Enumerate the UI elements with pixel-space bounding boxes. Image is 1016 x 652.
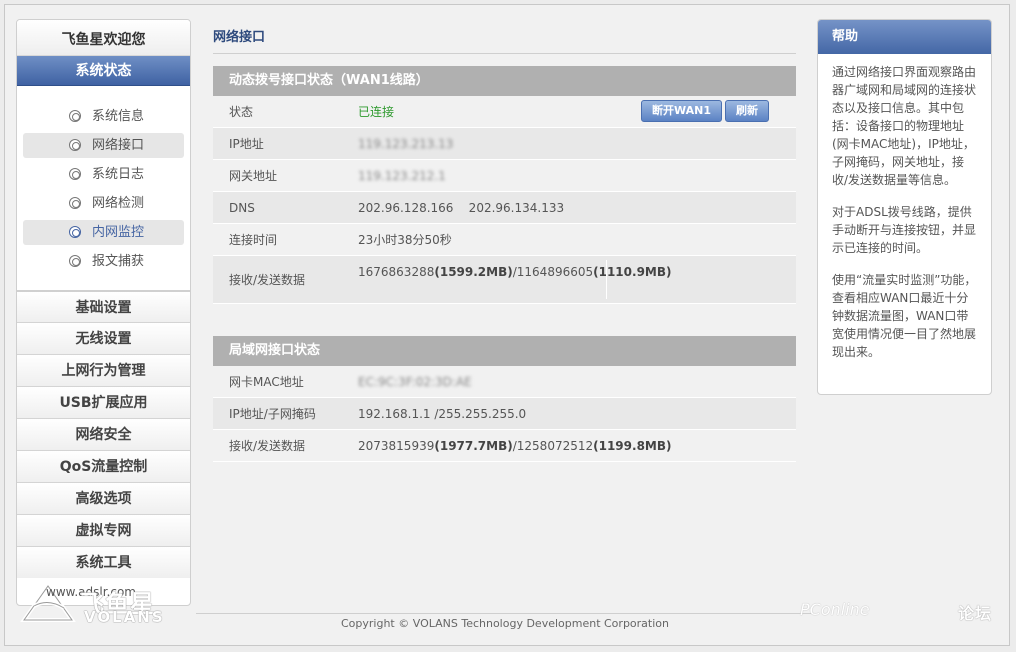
wan-uptime-key: 连接时间	[229, 233, 278, 247]
lan-ip-row: IP地址/子网掩码 192.168.1.1 /255.255.255.0	[213, 398, 796, 430]
lan-traffic-row: 接收/发送数据 2073815939(1977.7MB)/1258072512(…	[213, 430, 796, 462]
watermark-forum: 论坛	[958, 604, 993, 623]
wan-gateway-row: 网关地址 119.123.212.1	[213, 160, 796, 192]
sub-item-system-info[interactable]: 系统信息	[23, 104, 184, 129]
section-basic-settings[interactable]: 基础设置	[17, 290, 190, 322]
wan-dns-key: DNS	[229, 201, 255, 215]
sub-item-packet-capture[interactable]: 报文捕获	[23, 249, 184, 274]
sidebar-brand: 飞鱼星欢迎您	[17, 20, 190, 56]
refresh-button[interactable]: 刷新	[725, 100, 769, 122]
section-system-status[interactable]: 系统状态	[17, 56, 190, 86]
logo-subtext: VOLANS	[84, 608, 165, 626]
wan-status-value: 已连接	[358, 105, 395, 119]
wan-gateway-value: 119.123.212.1	[358, 169, 446, 183]
section-network-security[interactable]: 网络安全	[17, 418, 190, 450]
help-panel: 帮助 通过网络接口界面观察路由器广域网和局域网的连接状态以及接口信息。其中包括：…	[817, 19, 992, 395]
sub-item-system-log[interactable]: 系统日志	[23, 162, 184, 187]
sub-item-label: 报文捕获	[92, 254, 145, 269]
radio-icon	[69, 226, 81, 238]
help-paragraph: 对于ADSL拨号线路，提供手动断开与连接按钮，并显示已连接的时间。	[832, 205, 977, 255]
sub-item-network-interface[interactable]: 网络接口	[23, 133, 184, 158]
wan-tx-human: (1110.9MB)	[593, 265, 672, 279]
radio-icon	[69, 139, 81, 151]
lan-mac-key: 网卡MAC地址	[229, 375, 304, 389]
sub-menu: 系统信息 网络接口 系统日志 网络检测 内网监控 报文捕获	[17, 86, 190, 290]
wan-traffic-key: 接收/发送数据	[229, 273, 306, 287]
disconnect-wan1-button[interactable]: 断开WAN1	[641, 100, 723, 122]
section-qos[interactable]: QoS流量控制	[17, 450, 190, 482]
wan-panel: 动态拨号接口状态（WAN1线路） 状态 已连接 断开WAN1 刷新 IP地址 1…	[213, 66, 796, 304]
lan-rx-human: (1977.7MB)	[434, 439, 513, 453]
watermark: PConline	[800, 600, 870, 619]
sub-item-label: 网络检测	[92, 196, 145, 211]
sub-item-label: 网络接口	[92, 138, 145, 153]
radio-icon	[69, 255, 81, 267]
lan-ip-key: IP地址/子网掩码	[229, 407, 316, 421]
help-body: 通过网络接口界面观察路由器广域网和局域网的连接状态以及接口信息。其中包括：设备接…	[818, 54, 991, 361]
wan-dns-value: 202.96.128.166 202.96.134.133	[358, 201, 565, 215]
section-wireless-settings[interactable]: 无线设置	[17, 322, 190, 354]
sidebar: 飞鱼星欢迎您 系统状态 系统信息 网络接口 系统日志 网络检测 内网监控 报文捕…	[16, 19, 191, 606]
row-divider	[606, 260, 607, 299]
lan-tx-human: (1199.8MB)	[593, 439, 672, 453]
page-title: 网络接口	[213, 20, 796, 54]
sub-item-label: 内网监控	[92, 225, 145, 240]
wan-rx-bytes: 1676863288	[358, 265, 435, 279]
wan-ip-value: 119.123.213.13	[358, 137, 454, 151]
sub-item-label: 系统日志	[92, 167, 145, 182]
lan-panel-header: 局域网接口状态	[213, 336, 796, 366]
section-advanced[interactable]: 高级选项	[17, 482, 190, 514]
radio-icon	[69, 110, 81, 122]
main-content: 网络接口 动态拨号接口状态（WAN1线路） 状态 已连接 断开WAN1 刷新 I…	[213, 20, 796, 462]
wan-traffic-row: 接收/发送数据 1676863288(1599.2MB)/1164896605(…	[213, 256, 796, 304]
help-paragraph: 使用“流量实时监测”功能，查看相应WAN口最近十分钟数据流量图，WAN口带宽使用…	[832, 273, 977, 359]
wan-gateway-key: 网关地址	[229, 169, 278, 183]
lan-ip-value: 192.168.1.1 /255.255.255.0	[358, 407, 527, 421]
lan-panel: 局域网接口状态 网卡MAC地址 EC:9C:3F:02:3D:AE IP地址/子…	[213, 336, 796, 462]
wan-panel-header: 动态拨号接口状态（WAN1线路）	[213, 66, 796, 96]
lan-traffic-value: 2073815939(1977.7MB)/1258072512(1199.8MB…	[358, 430, 672, 462]
radio-icon	[69, 168, 81, 180]
help-paragraph: 通过网络接口界面观察路由器广域网和局域网的连接状态以及接口信息。其中包括：设备接…	[832, 65, 977, 187]
lan-tx-bytes: /1258072512	[512, 439, 594, 453]
wan-rx-human: (1599.2MB)	[434, 265, 513, 279]
radio-icon	[69, 197, 81, 209]
sub-item-lan-monitor[interactable]: 内网监控	[23, 220, 184, 245]
wan-uptime-row: 连接时间 23小时38分50秒	[213, 224, 796, 256]
help-title: 帮助	[818, 20, 991, 54]
wan-tx-bytes: /1164896605	[512, 265, 594, 279]
wan-uptime-value: 23小时38分50秒	[358, 233, 452, 247]
wan-status-key: 状态	[229, 105, 254, 119]
lan-rx-bytes: 2073815939	[358, 439, 435, 453]
section-usb-apps[interactable]: USB扩展应用	[17, 386, 190, 418]
section-vpn[interactable]: 虚拟专网	[17, 514, 190, 546]
lan-mac-value: EC:9C:3F:02:3D:AE	[358, 375, 472, 389]
wan-status-row: 状态 已连接 断开WAN1 刷新	[213, 96, 796, 128]
section-behavior-management[interactable]: 上网行为管理	[17, 354, 190, 386]
footer-copyright: Copyright © VOLANS Technology Developmen…	[196, 613, 814, 633]
sub-item-network-check[interactable]: 网络检测	[23, 191, 184, 216]
lan-mac-row: 网卡MAC地址 EC:9C:3F:02:3D:AE	[213, 366, 796, 398]
wan-traffic-value: 1676863288(1599.2MB)/1164896605(1110.9MB…	[358, 263, 672, 281]
wan-ip-row: IP地址 119.123.213.13	[213, 128, 796, 160]
wan-ip-key: IP地址	[229, 137, 264, 151]
wan-dns-row: DNS 202.96.128.166 202.96.134.133	[213, 192, 796, 224]
sub-item-label: 系统信息	[92, 109, 145, 124]
lan-traffic-key: 接收/发送数据	[229, 439, 306, 453]
section-system-tools[interactable]: 系统工具	[17, 546, 190, 578]
